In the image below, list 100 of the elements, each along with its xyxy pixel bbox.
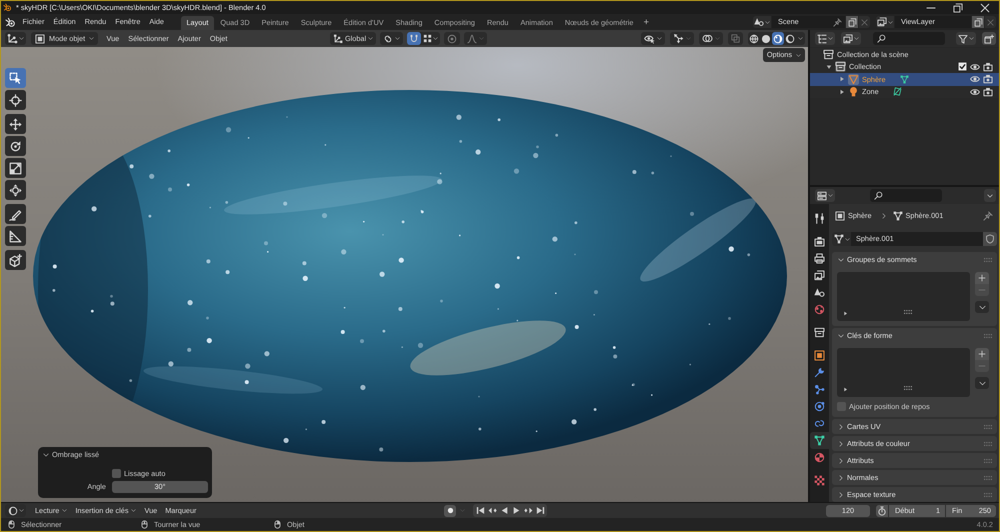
chevron-right-icon[interactable] xyxy=(838,492,844,498)
plus-icon xyxy=(978,350,986,358)
filter-icon xyxy=(958,34,968,44)
overlapping-circles-icon xyxy=(702,33,713,44)
app-logo-icon[interactable] xyxy=(5,16,16,28)
play-reverse-icon[interactable] xyxy=(500,506,508,515)
mesh-data-tab[interactable] xyxy=(810,432,829,449)
snap-target-dropdown[interactable] xyxy=(421,32,440,45)
camera-icon[interactable] xyxy=(983,74,993,84)
add-button[interactable] xyxy=(975,272,989,284)
add-workspace-button[interactable]: + xyxy=(639,16,654,30)
triangle-vertices-icon xyxy=(892,211,903,221)
resize-grip-icon[interactable] xyxy=(904,308,912,316)
snap-toggle[interactable] xyxy=(407,32,422,45)
record-button[interactable] xyxy=(444,504,456,516)
area-light-icon[interactable] xyxy=(892,87,902,96)
previous-keyframe-icon[interactable] xyxy=(488,506,496,515)
editor-type-dropdown[interactable] xyxy=(5,504,26,517)
scene-browse-dropdown[interactable] xyxy=(753,16,771,28)
pivot-dropdown[interactable] xyxy=(380,32,404,45)
search-field[interactable] xyxy=(873,32,945,45)
close-icon[interactable] xyxy=(980,2,990,12)
display-mode-dropdown[interactable] xyxy=(815,32,835,45)
caret-icon xyxy=(987,192,993,198)
rendered-shading-button[interactable] xyxy=(784,32,796,45)
delete-button[interactable] xyxy=(859,16,870,28)
cube-plus-icon xyxy=(9,254,22,266)
quartered-sphere-icon xyxy=(814,452,825,463)
chevron-dropdown[interactable] xyxy=(975,377,989,389)
box-icon xyxy=(823,48,834,60)
solid-shading-button[interactable] xyxy=(760,32,772,45)
overlapping-squares-icon xyxy=(731,34,740,43)
view-layer-browse-dropdown[interactable] xyxy=(876,16,894,28)
next-keyframe-icon[interactable] xyxy=(524,506,532,515)
selectability-dropdown[interactable] xyxy=(641,32,665,45)
eye-icon[interactable] xyxy=(970,86,980,97)
view-layer-filter-dropdown[interactable] xyxy=(841,32,861,45)
cone-sphere-icon xyxy=(754,17,764,27)
duplicate-button[interactable] xyxy=(972,16,984,28)
select-tool-button[interactable] xyxy=(5,68,26,88)
caret-icon xyxy=(460,508,465,513)
material-preview-shading-button[interactable] xyxy=(772,32,784,45)
gizmo-dropdown[interactable] xyxy=(670,32,694,45)
caret-icon xyxy=(798,36,803,41)
move-tool-button[interactable] xyxy=(5,114,26,134)
measure-tool-button[interactable] xyxy=(5,226,26,246)
overlays-dropdown[interactable] xyxy=(699,32,723,45)
pin-icon[interactable] xyxy=(833,18,842,26)
triangle-right-icon[interactable] xyxy=(839,76,845,82)
duplicate-button[interactable] xyxy=(846,16,858,28)
triangle-right-icon[interactable] xyxy=(843,387,848,392)
eye-icon[interactable] xyxy=(970,62,980,72)
scale-tool-button[interactable] xyxy=(5,158,26,178)
options-dropdown[interactable] xyxy=(984,189,996,202)
jump-end-icon[interactable] xyxy=(536,506,544,515)
pin-icon[interactable] xyxy=(983,211,993,221)
new-collection-button[interactable] xyxy=(982,32,996,45)
auto-smooth-checkbox[interactable] xyxy=(112,469,121,478)
add-button[interactable] xyxy=(975,348,989,360)
jump-start-icon[interactable] xyxy=(476,506,484,515)
triangle-right-icon[interactable] xyxy=(839,88,845,95)
shield-button[interactable] xyxy=(983,232,997,246)
wireframe-shading-button[interactable] xyxy=(748,32,760,45)
play-icon[interactable] xyxy=(512,506,520,515)
chevron-right-icon[interactable] xyxy=(838,440,844,446)
eye-icon[interactable] xyxy=(970,74,980,84)
rotate-tool-button[interactable] xyxy=(5,136,26,156)
editor-type-dropdown[interactable] xyxy=(815,189,835,202)
add-cube-tool-button[interactable] xyxy=(5,250,26,270)
chevron-down-icon[interactable] xyxy=(838,332,844,338)
collection-checkbox[interactable] xyxy=(958,62,967,72)
chevron-right-icon[interactable] xyxy=(838,458,844,464)
triangle-vertices-icon[interactable] xyxy=(900,74,909,84)
restore-icon[interactable] xyxy=(953,2,963,12)
camera-icon[interactable] xyxy=(983,86,993,97)
chevron-down-icon[interactable] xyxy=(838,256,844,262)
stopwatch-button[interactable] xyxy=(876,504,888,516)
axes-icon xyxy=(7,33,18,44)
chevron-right-icon[interactable] xyxy=(838,474,844,480)
pencil-icon xyxy=(9,208,22,220)
chevron-right-icon[interactable] xyxy=(838,424,844,430)
camera-icon[interactable] xyxy=(983,62,993,72)
mesh-browse-dropdown[interactable] xyxy=(832,232,851,246)
search-field[interactable] xyxy=(870,189,942,202)
annotate-tool-button[interactable] xyxy=(5,204,26,224)
x-ray-toggle[interactable] xyxy=(728,32,743,45)
chevron-dropdown[interactable] xyxy=(975,301,989,313)
object-square-icon xyxy=(835,211,845,221)
triangle-down-icon[interactable] xyxy=(826,64,832,70)
cursor-tool-button[interactable] xyxy=(5,90,26,110)
cone-sphere-icon xyxy=(814,287,825,298)
falloff-dropdown[interactable] xyxy=(464,32,488,45)
transform-tool-button[interactable] xyxy=(5,180,26,200)
proportional-editing-toggle[interactable] xyxy=(444,32,460,45)
pivot-icon xyxy=(383,34,394,44)
filter-dropdown[interactable] xyxy=(956,32,976,45)
triangle-right-icon[interactable] xyxy=(843,311,848,316)
resize-grip-icon[interactable] xyxy=(904,384,912,392)
chevron-down-icon[interactable] xyxy=(43,452,49,458)
editor-type-dropdown[interactable] xyxy=(5,32,26,45)
